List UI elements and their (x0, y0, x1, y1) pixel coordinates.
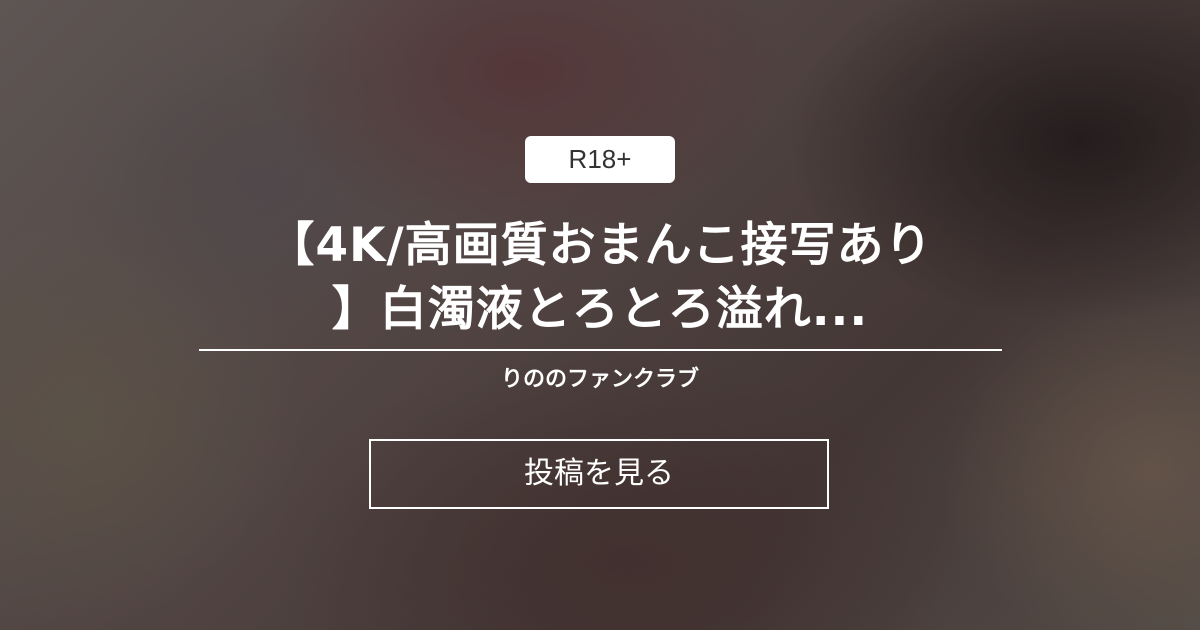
title-underline-divider (199, 349, 1002, 351)
view-post-button[interactable]: 投稿を見る (369, 439, 829, 509)
post-title: 【4K/高画質おまんこ接写あり 】白濁液とろとろ溢れ... (267, 218, 933, 337)
age-rating-badge: R18+ (525, 136, 675, 183)
fanclub-name: りののファンクラブ (500, 367, 699, 392)
share-card: R18+ 【4K/高画質おまんこ接写あり 】白濁液とろとろ溢れ... りののファ… (0, 0, 1200, 630)
